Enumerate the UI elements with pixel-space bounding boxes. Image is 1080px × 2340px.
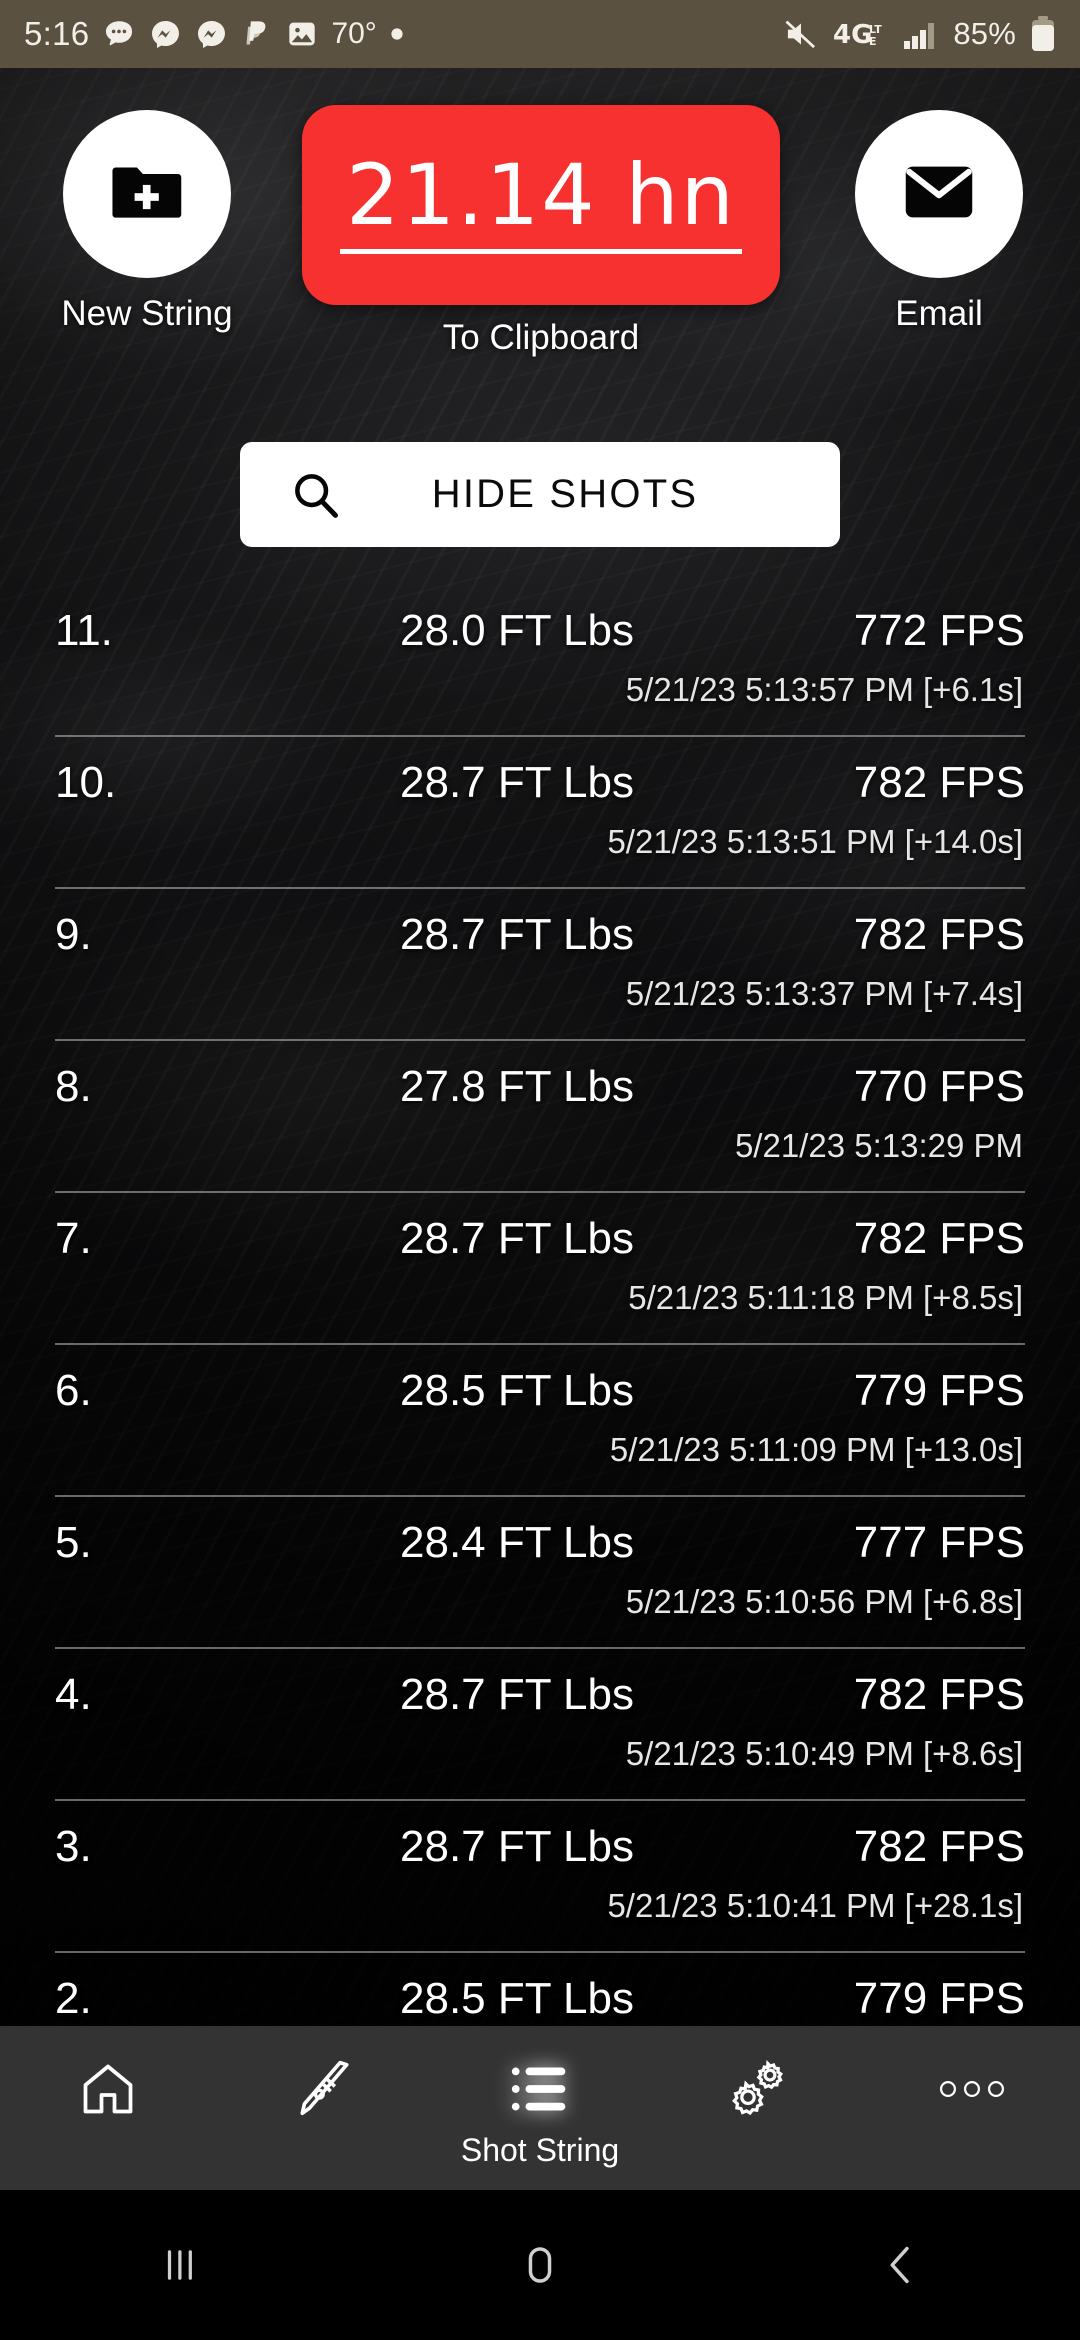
gears-icon — [723, 2056, 789, 2122]
to-clipboard-label: To Clipboard — [442, 318, 640, 357]
app-bottom-navigation: Shot String — [0, 2026, 1080, 2190]
shot-index: 3. — [55, 1822, 92, 1871]
hide-shots-button[interactable]: HIDE SHOTS — [240, 442, 840, 547]
shot-energy: 28.0 FT Lbs — [400, 606, 634, 655]
nav-item-home[interactable] — [0, 2026, 216, 2190]
status-bar: 5:16 70° 4G LT E 85% — [0, 0, 1080, 68]
paypal-icon — [241, 17, 273, 51]
shot-row[interactable]: 10. 28.7 FT Lbs 782 FPS 5/21/23 5:13:51 PM … — [55, 737, 1025, 889]
shot-string-list[interactable]: 11. 28.0 FT Lbs 772 FPS 5/21/23 5:13:57 PM … — [0, 585, 1080, 2026]
weather-temperature: 70° — [331, 17, 377, 50]
back-icon[interactable] — [720, 2239, 1080, 2291]
nav-item-more[interactable] — [864, 2026, 1080, 2190]
shot-row[interactable]: 6. 28.5 FT Lbs 779 FPS 5/21/23 5:11:09 PM [… — [55, 1345, 1025, 1497]
shot-row-main: 11. 28.0 FT Lbs 772 FPS — [55, 585, 1025, 677]
shot-row-main: 7. 28.7 FT Lbs 782 FPS — [55, 1193, 1025, 1285]
shot-speed: 782 FPS — [853, 910, 1025, 959]
shot-row-main: 3. 28.7 FT Lbs 782 FPS — [55, 1801, 1025, 1893]
shot-index: 10. — [55, 758, 117, 807]
home-icon — [77, 2056, 139, 2122]
shot-row-main: 10. 28.7 FT Lbs 782 FPS — [55, 737, 1025, 829]
shot-energy: 28.7 FT Lbs — [400, 1670, 634, 1719]
shot-energy: 28.5 FT Lbs — [400, 1366, 634, 1415]
shot-energy: 28.7 FT Lbs — [400, 1822, 634, 1871]
new-string-label: New String — [61, 294, 233, 333]
mute-icon — [783, 18, 819, 50]
shot-energy: 28.7 FT Lbs — [400, 910, 634, 959]
hide-shots-label: HIDE SHOTS — [431, 472, 699, 516]
android-system-navigation — [0, 2190, 1080, 2340]
shot-index: 7. — [55, 1214, 92, 1263]
messenger-icon — [195, 18, 228, 51]
shot-index: 4. — [55, 1670, 92, 1719]
nav-label-shot-string: Shot String — [460, 2132, 620, 2168]
to-clipboard-button[interactable]: 21.14 hn — [302, 105, 780, 305]
more-dots-icon — [936, 2056, 1008, 2122]
shot-row-main: 8. 27.8 FT Lbs 770 FPS — [55, 1041, 1025, 1133]
shot-speed: 779 FPS — [853, 1974, 1025, 2023]
shot-row-main: 4. 28.7 FT Lbs 782 FPS — [55, 1649, 1025, 1741]
shot-row[interactable]: 4. 28.7 FT Lbs 782 FPS 5/21/23 5:10:49 PM [… — [55, 1649, 1025, 1801]
dot-icon — [390, 27, 404, 41]
photo-icon — [286, 18, 318, 50]
shot-row-main: 9. 28.7 FT Lbs 782 FPS — [55, 889, 1025, 981]
shot-speed: 782 FPS — [853, 1670, 1025, 1719]
shot-index: 9. — [55, 910, 92, 959]
home-icon[interactable] — [360, 2239, 720, 2291]
shot-row[interactable]: 8. 27.8 FT Lbs 770 FPS 5/21/23 5:13:29 PM — [55, 1041, 1025, 1193]
nav-item-rifle[interactable] — [216, 2026, 432, 2190]
rifle-icon — [291, 2056, 357, 2122]
folder-plus-icon — [111, 161, 183, 228]
signal-icon — [903, 19, 939, 49]
list-icon — [509, 2056, 571, 2122]
shot-row-main: 6. 28.5 FT Lbs 779 FPS — [55, 1345, 1025, 1437]
shot-speed: 782 FPS — [853, 1214, 1025, 1263]
status-bar-right: 4G LT E 85% — [783, 16, 1056, 52]
email-label: Email — [895, 294, 983, 333]
nav-item-shot-string[interactable]: Shot String — [432, 2026, 648, 2190]
shot-row[interactable]: 7. 28.7 FT Lbs 782 FPS 5/21/23 5:11:18 PM [… — [55, 1193, 1025, 1345]
battery-icon — [1030, 16, 1056, 52]
svg-text:E: E — [869, 35, 877, 48]
clipboard-value: 21.14 hn — [340, 153, 742, 255]
shot-energy: 28.7 FT Lbs — [400, 1214, 634, 1263]
status-bar-clock: 5:16 — [24, 15, 90, 52]
shot-row-main: 5. 28.4 FT Lbs 777 FPS — [55, 1497, 1025, 1589]
shot-index: 2. — [55, 1974, 92, 2023]
shot-row[interactable]: 11. 28.0 FT Lbs 772 FPS 5/21/23 5:13:57 PM … — [55, 585, 1025, 737]
nav-item-settings[interactable] — [648, 2026, 864, 2190]
shot-row[interactable]: 3. 28.7 FT Lbs 782 FPS 5/21/23 5:10:41 PM [… — [55, 1801, 1025, 1953]
shot-speed: 777 FPS — [853, 1518, 1025, 1567]
shot-speed: 779 FPS — [853, 1366, 1025, 1415]
shot-speed: 772 FPS — [853, 606, 1025, 655]
shot-energy: 28.4 FT Lbs — [400, 1518, 634, 1567]
messenger-icon — [149, 18, 182, 51]
shot-speed: 782 FPS — [853, 758, 1025, 807]
status-bar-left: 5:16 70° — [24, 15, 783, 53]
new-string-button[interactable] — [63, 110, 231, 278]
shot-index: 5. — [55, 1518, 92, 1567]
network-4glte-icon: 4G LT E — [833, 17, 889, 51]
recents-icon[interactable] — [0, 2239, 360, 2291]
phone-screen: 5:16 70° 4G LT E 85% New String Email 21… — [0, 0, 1080, 2340]
shot-speed: 770 FPS — [853, 1062, 1025, 1111]
battery-percent-label: 85% — [953, 16, 1016, 51]
shot-row-main: 2. 28.5 FT Lbs 779 FPS — [55, 1953, 1025, 2026]
shot-row[interactable]: 2. 28.5 FT Lbs 779 FPS — [55, 1953, 1025, 2026]
svg-text:4G: 4G — [833, 20, 872, 50]
shot-index: 6. — [55, 1366, 92, 1415]
shot-row[interactable]: 5. 28.4 FT Lbs 777 FPS 5/21/23 5:10:56 PM [… — [55, 1497, 1025, 1649]
shot-speed: 782 FPS — [853, 1822, 1025, 1871]
shot-energy: 28.7 FT Lbs — [400, 758, 634, 807]
shot-row[interactable]: 9. 28.7 FT Lbs 782 FPS 5/21/23 5:13:37 PM [… — [55, 889, 1025, 1041]
envelope-icon — [904, 164, 974, 225]
top-action-bar: New String Email 21.14 hn To Clipboard — [0, 105, 1080, 370]
shot-energy: 28.5 FT Lbs — [400, 1974, 634, 2023]
search-icon — [290, 469, 342, 521]
sms-bubble-icon — [102, 17, 136, 51]
shot-index: 11. — [55, 606, 113, 655]
email-button[interactable] — [855, 110, 1023, 278]
shot-energy: 27.8 FT Lbs — [400, 1062, 634, 1111]
shot-index: 8. — [55, 1062, 92, 1111]
